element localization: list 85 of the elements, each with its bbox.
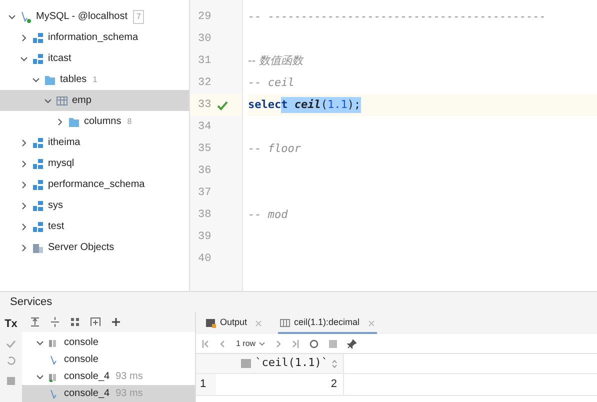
tree-item[interactable]: test: [0, 216, 189, 237]
code-line: -- 数值函数: [248, 52, 303, 69]
last-page-icon[interactable]: [290, 340, 299, 348]
chevron-right-icon[interactable]: [56, 118, 64, 126]
previous-page-icon[interactable]: [220, 340, 226, 348]
code-line: -- floor: [248, 140, 301, 157]
column-header[interactable]: `ceil(1.1)`: [216, 354, 344, 373]
line-number: 35: [198, 142, 212, 157]
line-number: 32: [198, 76, 212, 91]
chevron-right-icon[interactable]: [20, 180, 28, 188]
pin-icon[interactable]: [346, 338, 357, 348]
schema-icon: [32, 32, 44, 44]
tree-item[interactable]: tables 1: [0, 69, 189, 90]
chevron-down-icon[interactable]: [32, 76, 40, 84]
code-line: select ceil(1.1);: [248, 96, 361, 114]
first-page-icon[interactable]: [202, 340, 210, 348]
refresh-icon[interactable]: [308, 338, 319, 348]
add-service-icon[interactable]: [90, 317, 101, 327]
console-output-icon: [206, 318, 216, 328]
line-number: 39: [198, 230, 212, 245]
schema-icon: [32, 178, 44, 190]
chevron-down-icon[interactable]: [36, 338, 44, 346]
table-cell: 2: [216, 374, 344, 395]
code-line: -- ------------------------------------------: [248, 8, 546, 25]
transaction-mode-button[interactable]: Tx: [4, 316, 18, 332]
tree-item[interactable]: itheima: [0, 132, 189, 153]
panel-title: Services: [10, 294, 52, 310]
row-number: 1: [196, 374, 216, 395]
chevron-right-icon[interactable]: [20, 222, 28, 230]
schema-icon: [32, 220, 44, 232]
tree-item[interactable]: columns 8: [0, 111, 189, 132]
database-server-icon: [20, 10, 32, 22]
line-number: 33: [198, 98, 212, 113]
service-item[interactable]: console_4 93 ms: [22, 385, 195, 402]
group-icon[interactable]: [70, 317, 80, 327]
schema-icon: [32, 52, 44, 64]
chevron-down-icon[interactable]: [44, 96, 52, 104]
schema-icon: [32, 158, 44, 170]
line-number: 31: [198, 54, 212, 69]
tree-item[interactable]: information_schema: [0, 27, 189, 48]
caret-icon: [258, 342, 265, 346]
line-number: 36: [198, 164, 212, 179]
chevron-right-icon[interactable]: [20, 138, 28, 146]
next-page-icon[interactable]: [274, 340, 281, 348]
schema-icon: [32, 136, 44, 148]
collapse-all-icon[interactable]: [50, 317, 60, 327]
result-tab[interactable]: Output: [204, 314, 264, 334]
add-icon[interactable]: [111, 317, 121, 327]
tree-item[interactable]: Server Objects: [0, 237, 189, 258]
table-icon: [56, 94, 68, 106]
service-item[interactable]: console: [22, 351, 195, 368]
sort-icon: [332, 360, 337, 368]
chevron-right-icon[interactable]: [20, 160, 28, 168]
server-objects-icon: [32, 242, 44, 254]
chevron-down-icon[interactable]: [8, 12, 16, 20]
code-line: -- mod: [248, 206, 288, 223]
chevron-down-icon[interactable]: [20, 54, 28, 62]
code-line: -- ceil: [248, 74, 294, 91]
column-icon: [241, 359, 252, 368]
schema-icon: [32, 200, 44, 212]
result-tab[interactable]: ceil(1.1):decimal: [278, 314, 377, 334]
tree-item[interactable]: emp: [0, 90, 189, 111]
tree-item[interactable]: mysql: [0, 153, 189, 174]
chevron-right-icon[interactable]: [20, 202, 28, 210]
line-number: 34: [198, 120, 212, 135]
commit-check-icon[interactable]: [6, 338, 16, 348]
line-number: 38: [198, 208, 212, 223]
tree-item[interactable]: itcast: [0, 48, 189, 69]
tree-item[interactable]: MySQL - @localhost 7: [0, 6, 189, 27]
line-number: 30: [198, 32, 212, 47]
expand-all-icon[interactable]: [30, 317, 40, 327]
line-number: 40: [198, 252, 212, 267]
folder-icon: [68, 116, 80, 128]
service-item[interactable]: console: [22, 334, 195, 351]
service-item[interactable]: console_4 93 ms: [22, 368, 195, 385]
chevron-right-icon[interactable]: [20, 244, 28, 252]
chevron-down-icon[interactable]: [36, 372, 44, 380]
tree-item[interactable]: performance_schema: [0, 174, 189, 195]
line-number: 37: [198, 186, 212, 201]
chevron-right-icon[interactable]: [20, 34, 28, 42]
table-icon: [280, 318, 290, 328]
row-count-dropdown[interactable]: 1 row: [236, 338, 265, 350]
folder-icon: [44, 74, 56, 86]
tree-item[interactable]: sys: [0, 195, 189, 216]
line-number: 29: [198, 10, 212, 25]
